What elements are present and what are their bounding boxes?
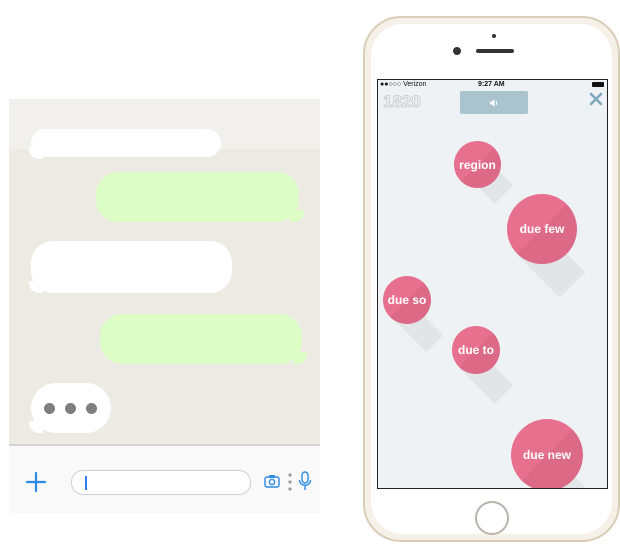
word-bubble[interactable]: region: [454, 141, 501, 188]
home-button[interactable]: [475, 501, 509, 535]
message-composer: [9, 444, 320, 513]
more-icon[interactable]: [288, 472, 292, 492]
earpiece-speaker: [476, 49, 514, 53]
word-label: due few: [519, 222, 565, 236]
word-bubble[interactable]: due few: [507, 194, 577, 264]
score: 1820: [383, 92, 422, 112]
word-bubble[interactable]: due to: [452, 326, 500, 374]
proximity-sensor: [492, 34, 496, 38]
word-label: due so: [387, 293, 427, 307]
word-bubble[interactable]: due new: [511, 419, 583, 488]
close-icon[interactable]: [588, 91, 604, 107]
incoming-message-bubble: [31, 129, 221, 157]
typing-indicator: [31, 383, 111, 433]
message-input[interactable]: [71, 470, 251, 495]
plus-icon[interactable]: [24, 470, 48, 494]
word-label: due to: [458, 343, 494, 357]
typing-dot: [86, 403, 97, 414]
typing-dot: [44, 403, 55, 414]
incoming-message-bubble: [31, 241, 232, 293]
word-label: due new: [522, 448, 571, 462]
carrier-label: ●●○○○ Verizon: [380, 81, 427, 88]
typing-dot: [65, 403, 76, 414]
status-bar: ●●○○○ Verizon 9:27 AM: [378, 80, 607, 90]
speaker-icon: [490, 99, 498, 107]
clock: 9:27 AM: [478, 81, 505, 88]
outgoing-message-bubble: [100, 314, 302, 364]
chat-panel: [9, 99, 320, 513]
outgoing-message-bubble: [96, 172, 299, 222]
front-camera: [453, 47, 461, 55]
battery-icon: [592, 82, 604, 87]
camera-icon[interactable]: [264, 474, 280, 488]
text-caret: [85, 476, 87, 490]
game-screen: ●●○○○ Verizon 9:27 AM 1820 region due fe…: [377, 79, 608, 489]
sound-button[interactable]: [460, 91, 528, 114]
word-bubble[interactable]: due so: [383, 276, 431, 324]
microphone-icon[interactable]: [298, 471, 312, 491]
word-label: region: [459, 157, 496, 172]
